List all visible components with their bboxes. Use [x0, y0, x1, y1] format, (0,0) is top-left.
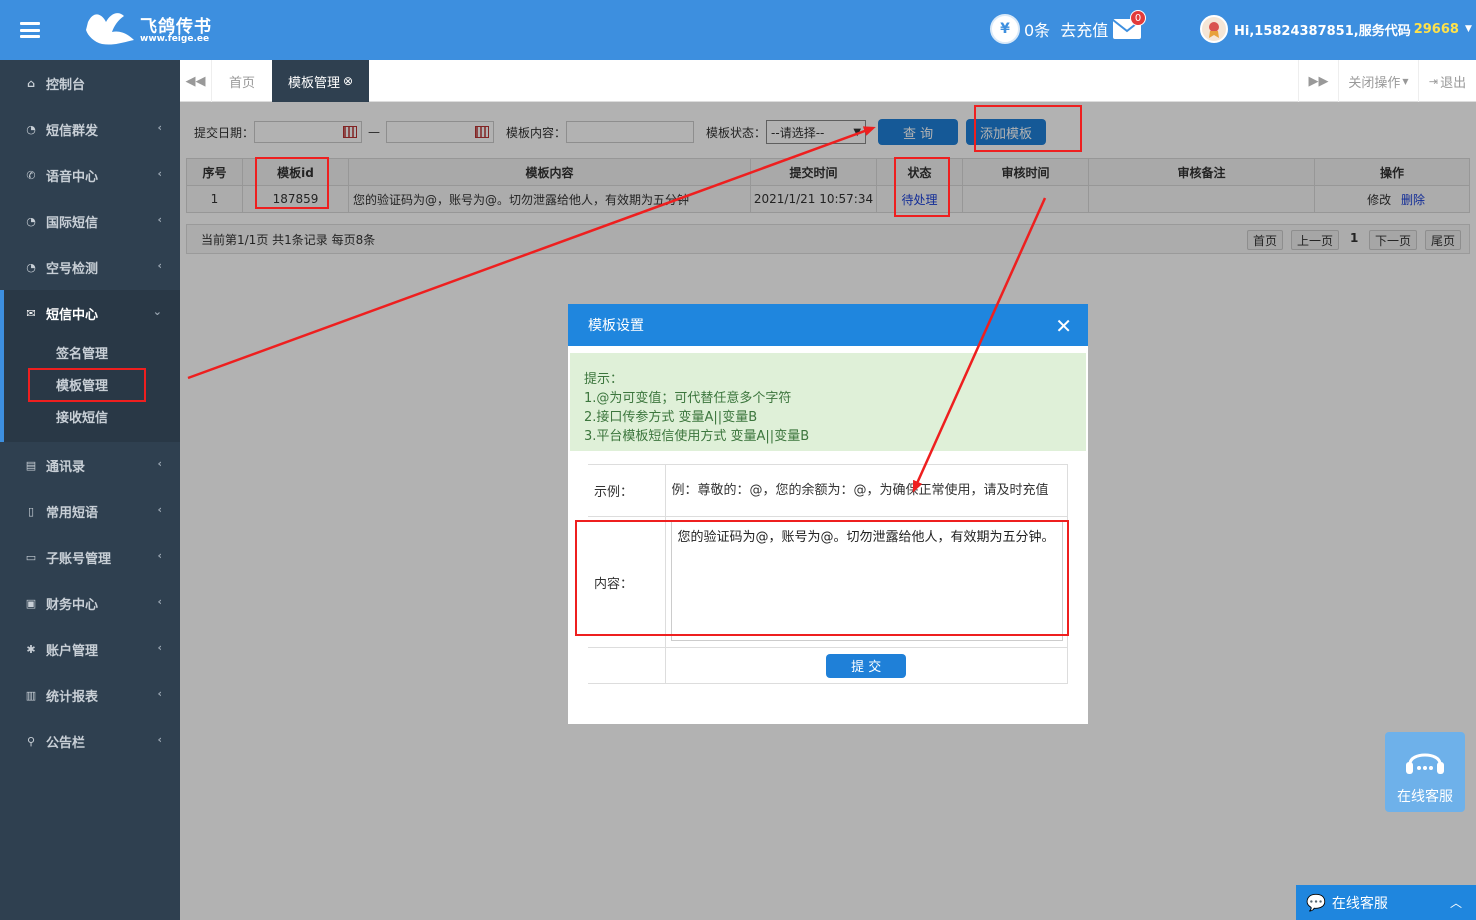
sidebar-item-number-check[interactable]: ◔ 空号检测 ‹: [0, 244, 180, 290]
sidebar-item-notices[interactable]: ⚲ 公告栏 ‹: [0, 718, 180, 764]
chevron-down-icon: ⌄: [152, 305, 162, 318]
sidebar-item-subaccounts[interactable]: ▭ 子账号管理 ‹: [0, 534, 180, 580]
menu-toggle-icon[interactable]: [20, 22, 40, 38]
close-icon[interactable]: ✕: [1055, 314, 1072, 338]
close-tab-icon[interactable]: ⊗: [343, 74, 353, 88]
example-label: 示例：: [588, 464, 666, 517]
submit-row: 提 交: [588, 647, 1068, 684]
online-service-bar[interactable]: 💬 在线客服 ︿: [1296, 885, 1476, 920]
home-icon: ⌂: [27, 76, 35, 90]
envelope-icon: ✉: [26, 306, 36, 320]
yuan-coin-icon: ¥: [990, 14, 1020, 44]
template-settings-dialog: 模板设置 ✕ 提示： 1.@为可变值；可代替任意多个字符 2.接口传参方式 变量…: [568, 304, 1088, 724]
sidebar-item-reports[interactable]: ▥ 统计报表 ‹: [0, 672, 180, 718]
user-greeting: Hi,15824387851,服务代码: [1234, 23, 1411, 39]
tab-bar: ◀◀ 首页 模板管理 ⊗ ▶▶ 关闭操作 ▼ ⇥ 退出: [180, 60, 1476, 102]
logout-link[interactable]: ⇥ 退出: [1418, 60, 1476, 102]
logo-url: www.feige.ee: [140, 34, 210, 44]
sidebar-item-dashboard[interactable]: ⌂ 控制台: [0, 60, 180, 106]
avatar-icon: [1200, 15, 1228, 43]
balance-area: ¥ 0条 去充值: [990, 14, 1108, 44]
annotation-box-status: [894, 157, 950, 217]
chat-bubble-icon: 💬: [1306, 893, 1326, 912]
phone-icon: ✆: [26, 168, 36, 182]
dialog-title: 模板设置: [588, 318, 644, 334]
sidebar-item-contacts[interactable]: ▤ 通讯录 ‹: [0, 442, 180, 488]
chevron-left-icon: ‹: [157, 595, 162, 608]
chevron-left-icon: ‹: [157, 641, 162, 654]
bar-chart-icon: ▥: [25, 688, 37, 702]
sidebar: ⌂ 控制台 ◔ 短信群发 ‹ ✆ 语音中心 ‹ ◔ 国际短信 ‹ ◔ 空号检测 ‹ ✉ 短信中心 ⌄ …: [0, 60, 180, 920]
submit-button[interactable]: 提 交: [826, 653, 907, 678]
money-icon: ▣: [25, 596, 37, 610]
chevron-left-icon: ‹: [157, 121, 162, 134]
gauge-icon: ◔: [26, 122, 36, 136]
sms-balance: 0条: [1024, 21, 1051, 40]
chevron-left-icon: ‹: [157, 259, 162, 272]
caret-down-icon: ▼: [1402, 76, 1409, 86]
chevron-left-icon: ‹: [157, 687, 162, 700]
dove-icon: [86, 13, 134, 45]
chevron-left-icon: ‹: [157, 213, 162, 226]
sidebar-group-sms-center: ✉ 短信中心 ⌄ 签名管理 模板管理 接收短信: [0, 290, 180, 442]
annotation-box-add-template: [974, 105, 1082, 152]
gauge-icon: ◔: [26, 214, 36, 228]
close-operations-menu[interactable]: 关闭操作 ▼: [1338, 60, 1418, 102]
chevron-left-icon: ‹: [157, 167, 162, 180]
sidebar-item-finance[interactable]: ▣ 财务中心 ‹: [0, 580, 180, 626]
scroll-left-icon[interactable]: ◀◀: [180, 60, 212, 102]
mail-badge: 0: [1130, 10, 1146, 26]
headset-chat-icon: [1406, 753, 1444, 774]
dialog-header: 模板设置 ✕: [568, 304, 1088, 346]
logo[interactable]: 飞鸽传书 www.feige.ee: [84, 8, 214, 50]
book-icon: ▤: [25, 458, 37, 472]
gauge-icon: ◔: [26, 260, 36, 274]
sidebar-item-sms-center[interactable]: ✉ 短信中心 ⌄: [4, 290, 180, 336]
chevron-left-icon: ‹: [157, 457, 162, 470]
sidebar-subitem-signatures[interactable]: 签名管理: [4, 336, 180, 368]
gear-icon: ✱: [26, 642, 36, 656]
online-service-widget[interactable]: 在线客服: [1385, 732, 1465, 812]
chevron-left-icon: ‹: [157, 549, 162, 562]
tab-home[interactable]: 首页: [214, 60, 270, 102]
service-code: 29668: [1413, 21, 1459, 37]
top-header: 飞鸽传书 www.feige.ee ¥ 0条 去充值 0 Hi,15824387…: [0, 0, 1476, 60]
sidebar-item-bulk-sms[interactable]: ◔ 短信群发 ‹: [0, 106, 180, 152]
search-icon: ⚲: [26, 734, 36, 748]
tip-box: 提示： 1.@为可变值；可代替任意多个字符 2.接口传参方式 变量A||变量B …: [570, 353, 1086, 451]
example-text: 例：尊敬的：@，您的余额为：@，为确保正常使用，请及时充值: [664, 464, 1068, 517]
recharge-link[interactable]: 去充值: [1060, 17, 1108, 41]
caret-down-icon: ▼: [1464, 24, 1472, 34]
annotation-box-content: [575, 520, 1069, 636]
sidebar-item-intl-sms[interactable]: ◔ 国际短信 ‹: [0, 198, 180, 244]
annotation-box-template-id: [255, 157, 329, 209]
monitor-icon: ▭: [25, 550, 37, 564]
chevron-left-icon: ‹: [157, 503, 162, 516]
file-icon: ▯: [27, 504, 35, 518]
user-menu[interactable]: Hi,15824387851,服务代码 29668 ▼: [1200, 15, 1472, 43]
scroll-right-icon[interactable]: ▶▶: [1298, 60, 1338, 102]
chevron-up-icon[interactable]: ︿: [1450, 894, 1462, 911]
example-row: 示例： 例：尊敬的：@，您的余额为：@，为确保正常使用，请及时充值: [588, 464, 1068, 517]
sidebar-subitem-inbox[interactable]: 接收短信: [4, 400, 180, 432]
chevron-left-icon: ‹: [157, 733, 162, 746]
sidebar-item-account[interactable]: ✱ 账户管理 ‹: [0, 626, 180, 672]
tab-template-management[interactable]: 模板管理 ⊗: [272, 60, 369, 102]
sidebar-item-voice[interactable]: ✆ 语音中心 ‹: [0, 152, 180, 198]
logout-icon: ⇥: [1428, 74, 1439, 88]
sidebar-item-phrases[interactable]: ▯ 常用短语 ‹: [0, 488, 180, 534]
annotation-box-template-menu: [28, 368, 146, 402]
